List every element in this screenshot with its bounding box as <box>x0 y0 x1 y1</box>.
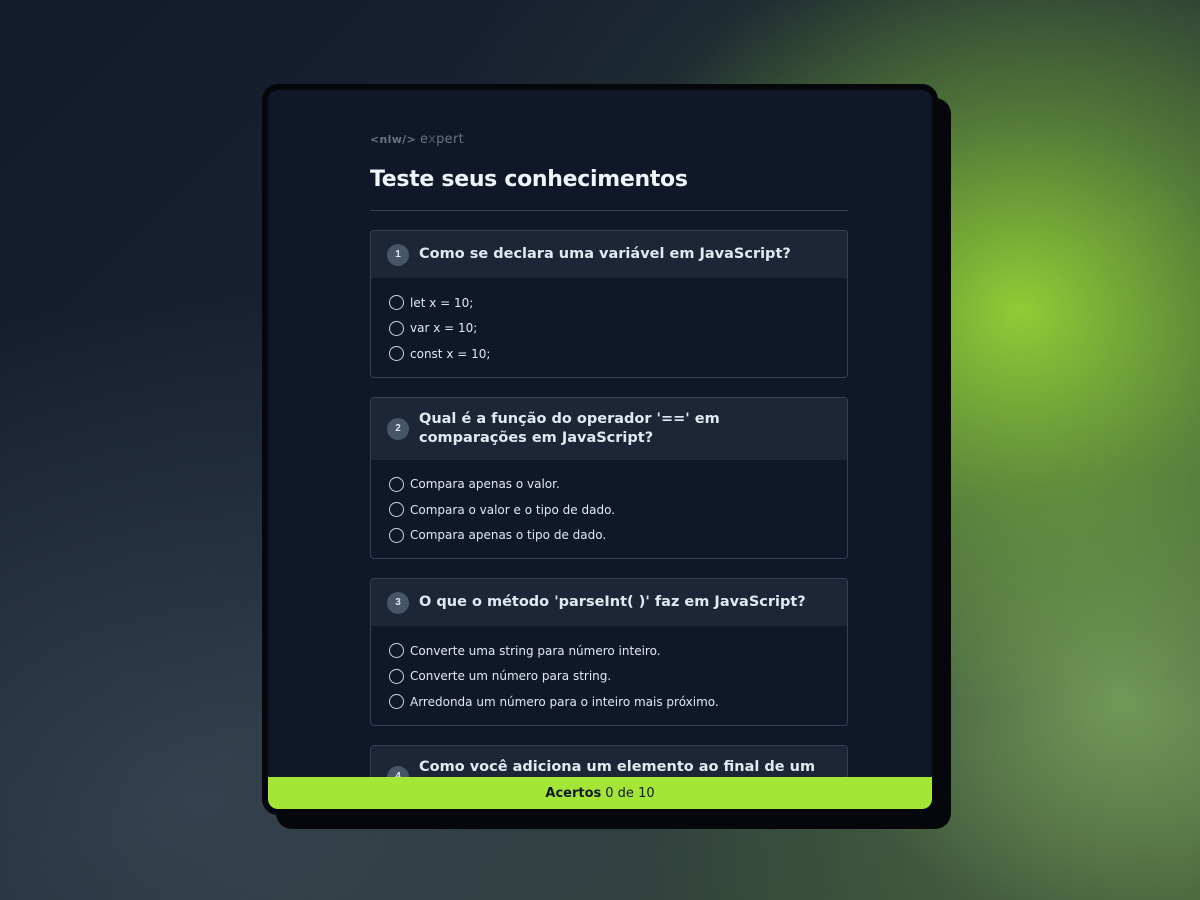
question-text: Como você adiciona um elemento ao final … <box>419 758 816 779</box>
question-number-badge: 3 <box>387 591 409 614</box>
question-options: let x = 10; var x = 10; const x = 10; <box>371 278 847 377</box>
question-header: 3 O que o método 'parseInt( )' faz em Jav… <box>371 579 847 626</box>
question-number-badge: 2 <box>387 417 409 440</box>
nlw-expert-logo: <nlw/> expert <box>370 130 848 148</box>
answer-radio[interactable] <box>389 346 404 362</box>
answer-option-label: Compara apenas o valor. <box>410 477 560 492</box>
quiz-window: <nlw/> expert Teste seus conhecimentos 1… <box>262 84 938 815</box>
answer-option-label: Arredonda um número para o inteiro mais … <box>410 694 719 709</box>
answer-option-label: Compara apenas o tipo de dado. <box>410 528 607 543</box>
question-text: Como se declara uma variável em JavaScri… <box>419 246 791 262</box>
answer-option[interactable]: Converte uma string para número inteiro. <box>389 638 829 664</box>
logo-word-post: pert <box>436 131 464 147</box>
logo-tag: <nlw/> <box>370 132 417 146</box>
answer-option-label: Converte uma string para número inteiro. <box>410 643 661 658</box>
question-header: 4 Como você adiciona um elemento ao final… <box>371 745 847 779</box>
question-list: 1 Como se declara uma variável em JavaScr… <box>370 230 848 778</box>
quiz-content: <nlw/> expert Teste seus conhecimentos 1… <box>370 90 848 778</box>
question-header: 2 Qual é a função do operador '==' em com… <box>371 397 847 460</box>
logo-word-pre: e <box>420 131 429 147</box>
answer-radio[interactable] <box>389 502 404 518</box>
logo-word-x: x <box>428 131 437 147</box>
answer-option[interactable]: Compara apenas o valor. <box>389 472 829 498</box>
answer-option-label: Compara o valor e o tipo de dado. <box>410 502 616 517</box>
score-label: Acertos <box>545 785 602 801</box>
answer-option-label: Converte um número para string. <box>410 669 612 684</box>
answer-option-label: let x = 10; <box>410 295 474 310</box>
question-card: 3 O que o método 'parseInt( )' faz em Jav… <box>370 578 848 726</box>
question-card: 4 Como você adiciona um elemento ao final… <box>370 744 848 779</box>
answer-radio[interactable] <box>389 476 404 492</box>
question-options: Compara apenas o valor. Compara o valor e… <box>371 460 847 559</box>
answer-radio[interactable] <box>389 668 404 684</box>
score-value: 0 de 10 <box>605 785 655 801</box>
score-bar: Acertos 0 de 10 <box>268 777 932 809</box>
question-header: 1 Como se declara uma variável em JavaScr… <box>371 231 847 278</box>
answer-option[interactable]: Converte um número para string. <box>389 664 829 690</box>
quiz-scroll-area[interactable]: <nlw/> expert Teste seus conhecimentos 1… <box>268 90 932 778</box>
answer-option-label: const x = 10; <box>410 346 491 361</box>
answer-option[interactable]: Compara o valor e o tipo de dado. <box>389 497 829 523</box>
question-card: 1 Como se declara uma variável em JavaScr… <box>370 230 848 378</box>
question-number-badge: 1 <box>387 243 409 266</box>
answer-option[interactable]: const x = 10; <box>389 341 829 367</box>
answer-radio[interactable] <box>389 320 404 336</box>
question-text: O que o método 'parseInt( )' faz em Java… <box>419 594 806 610</box>
answer-option[interactable]: Arredonda um número para o inteiro mais … <box>389 689 829 715</box>
answer-option-label: var x = 10; <box>410 321 478 336</box>
page-title: Teste seus conhecimentos <box>370 167 688 192</box>
answer-radio[interactable] <box>389 295 404 311</box>
answer-radio[interactable] <box>389 643 404 659</box>
logo-word: expert <box>420 132 464 147</box>
answer-option[interactable]: var x = 10; <box>389 316 829 342</box>
answer-radio[interactable] <box>389 527 404 543</box>
question-card: 2 Qual é a função do operador '==' em com… <box>370 396 848 559</box>
question-options: Converte uma string para número inteiro.… <box>371 626 847 725</box>
divider <box>370 210 848 211</box>
answer-option[interactable]: Compara apenas o tipo de dado. <box>389 523 829 549</box>
question-text: Qual é a função do operador '==' em comp… <box>419 410 720 446</box>
answer-option[interactable]: let x = 10; <box>389 290 829 316</box>
answer-radio[interactable] <box>389 694 404 710</box>
